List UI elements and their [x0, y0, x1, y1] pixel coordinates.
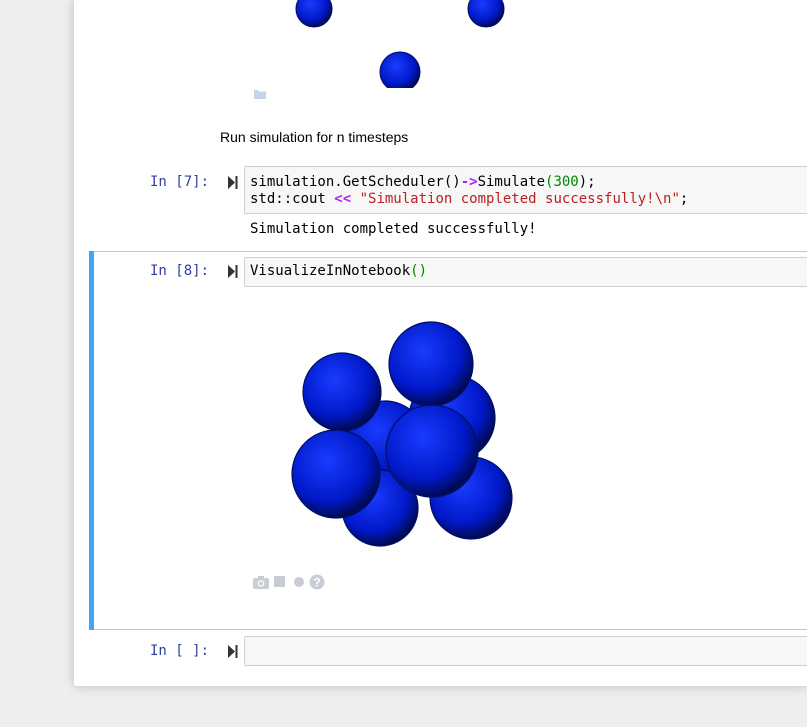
help-icon[interactable]: ? [309, 574, 325, 595]
code-editor[interactable]: VisualizeInNotebook() [244, 257, 807, 287]
visualization-toolbar: ? [252, 574, 325, 595]
code-editor[interactable] [244, 636, 807, 666]
visualization-canvas[interactable] [285, 315, 520, 555]
sphere [379, 51, 421, 88]
record-icon[interactable] [293, 575, 305, 593]
sphere [302, 352, 382, 432]
sphere [291, 429, 381, 519]
cell-prompt: In [ ]: [150, 643, 210, 659]
cell-prompt: In [8]: [150, 263, 210, 279]
previous-visualization [295, 0, 505, 88]
code-editor[interactable]: simulation.GetScheduler()->Simulate(300)… [244, 166, 807, 214]
svg-text:?: ? [313, 575, 320, 589]
selection-bar [89, 251, 94, 630]
cell-prompt: In [7]: [150, 174, 210, 190]
folder-icon[interactable] [254, 86, 266, 99]
cell-output: Simulation completed successfully! [250, 221, 537, 237]
run-cell-icon[interactable] [228, 176, 238, 189]
camera-icon[interactable] [252, 575, 270, 594]
run-cell-icon[interactable] [228, 265, 238, 278]
code-line: std::cout << "Simulation completed succe… [250, 191, 689, 207]
sphere [385, 404, 479, 498]
code-line: VisualizeInNotebook() [250, 263, 428, 279]
run-cell-icon[interactable] [228, 645, 238, 658]
code-line: simulation.GetScheduler()->Simulate(300)… [250, 174, 596, 190]
markdown-cell-text: Run simulation for n timesteps [220, 129, 409, 145]
stop-icon[interactable] [274, 575, 286, 593]
sphere [388, 321, 474, 407]
sphere [467, 0, 505, 28]
sphere [295, 0, 333, 28]
